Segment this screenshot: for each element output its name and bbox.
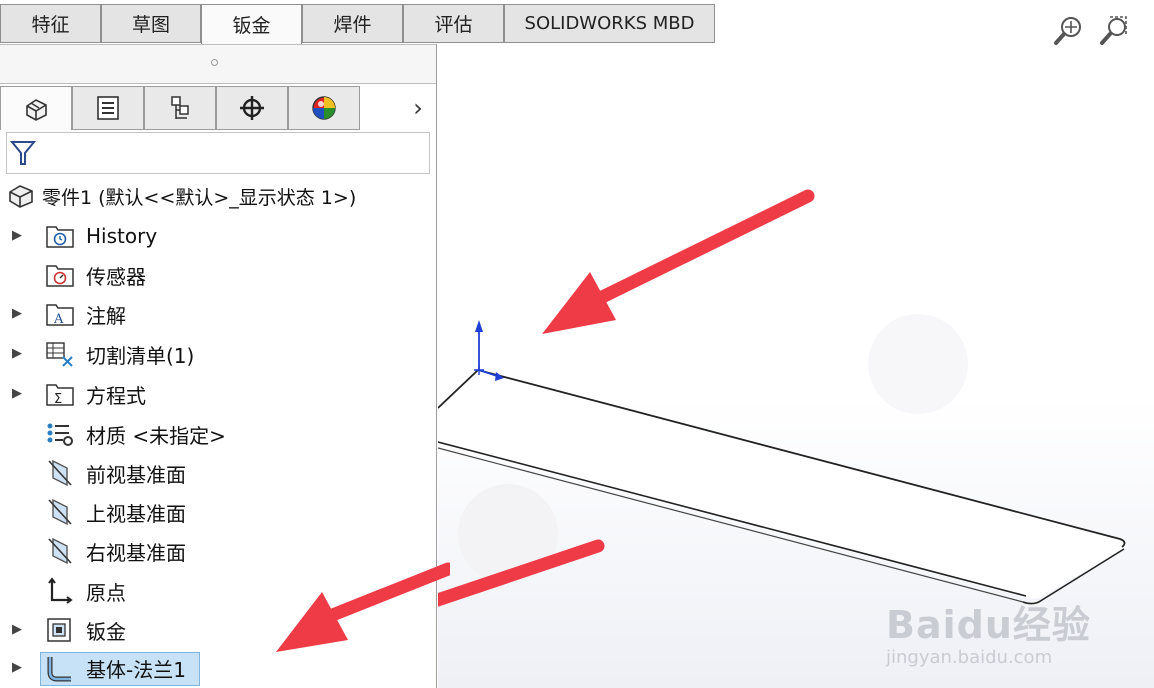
heads-up-view-toolbar [1052, 14, 1132, 48]
expand-arrow-icon[interactable]: ▶ [12, 307, 22, 320]
tree-item-label: 注解 [86, 303, 126, 328]
tree-item-label: 切割清单(1) [86, 343, 195, 368]
sheet-metal-icon [44, 615, 76, 645]
annotation-arrow-top [542, 189, 815, 334]
plane-icon [44, 458, 76, 488]
propertymanager-icon [97, 96, 119, 120]
material-icon [44, 419, 76, 449]
chevron-right-icon[interactable]: › [400, 88, 436, 128]
tree-item-annotations[interactable]: ▶ A 注解 [0, 296, 436, 332]
tree-item-label: 右视基准面 [86, 540, 186, 565]
tab-features[interactable]: 特征 [0, 4, 101, 43]
expand-arrow-icon[interactable]: ▶ [12, 387, 22, 400]
tree-item-label: 方程式 [86, 383, 146, 408]
equations-folder-icon: Σ [44, 379, 76, 409]
filter-icon [9, 141, 37, 165]
background-swirl [868, 314, 968, 414]
tree-item-label: 传感器 [86, 264, 146, 289]
tab-sheet-metal[interactable]: 钣金 [201, 4, 302, 44]
expand-arrow-icon[interactable]: ▶ [12, 623, 22, 636]
tree-item-top-plane[interactable]: 上视基准面 [0, 494, 436, 530]
origin-triad [474, 320, 504, 381]
graphics-area[interactable] [438, 44, 1154, 688]
tree-item-cut-list[interactable]: ▶ 切割清单(1) [0, 336, 436, 372]
tab-propertymanager[interactable] [72, 86, 144, 130]
tab-weldments[interactable]: 焊件 [302, 4, 403, 43]
part-name-label: 零件1 (默认<<默认>_显示状态 1>) [42, 186, 357, 209]
annotation-arrow-head-bottom [276, 562, 450, 652]
model-viewport[interactable] [438, 44, 1154, 688]
tab-solidworks-mbd[interactable]: SOLIDWORKS MBD [504, 4, 715, 43]
featuremanager-tree-icon [26, 98, 47, 121]
part-icon [9, 185, 33, 208]
panel-splitter[interactable] [0, 44, 436, 84]
tree-item-label: 上视基准面 [86, 501, 186, 526]
dimxpertmanager-icon [240, 96, 264, 120]
command-manager-tabs: 特征 草图 钣金 焊件 评估 SOLIDWORKS MBD [0, 0, 1154, 44]
tree-item-label: History [86, 224, 158, 248]
tree-item-equations[interactable]: ▶ Σ 方程式 [0, 376, 436, 412]
tab-sketch[interactable]: 草图 [101, 4, 201, 43]
tree-item-material[interactable]: 材质 <未指定> [0, 416, 436, 452]
displaymanager-icon [312, 96, 336, 120]
tree-item-sensors[interactable]: 传感器 [0, 257, 436, 293]
watermark-url: jingyan.baidu.com [886, 647, 1053, 668]
tab-evaluate[interactable]: 评估 [403, 4, 504, 43]
cut-list-icon [44, 339, 76, 369]
tree-root-part[interactable]: 零件1 (默认<<默认>_显示状态 1>) [6, 178, 356, 214]
expand-arrow-icon[interactable]: ▶ [12, 661, 22, 674]
zoom-to-fit-icon[interactable] [1052, 14, 1086, 48]
origin-icon [44, 576, 76, 606]
watermark-logo: Baidu经验 [886, 603, 1091, 647]
tree-item-label: 材质 <未指定> [86, 423, 226, 448]
plane-icon [44, 536, 76, 566]
tree-item-label: 前视基准面 [86, 462, 186, 487]
expand-arrow-icon[interactable]: ▶ [12, 229, 22, 242]
expand-arrow-icon[interactable]: ▶ [12, 347, 22, 360]
tab-featuremanager-tree[interactable] [0, 86, 72, 130]
tab-dimxpertmanager[interactable] [216, 86, 288, 130]
tab-displaymanager[interactable] [288, 86, 360, 130]
tree-item-history[interactable]: ▶ History [0, 218, 436, 254]
history-folder-icon [44, 221, 76, 251]
tree-filter[interactable] [6, 132, 430, 174]
base-flange-icon [44, 653, 76, 683]
tree-item-label: 基体-法兰1 [86, 657, 186, 682]
tab-configurationmanager[interactable] [144, 86, 216, 130]
baidu-watermark: Baidu经验 jingyan.baidu.com [886, 594, 1091, 668]
svg-text:A: A [53, 312, 64, 327]
tree-item-label: 原点 [86, 580, 126, 605]
configurationmanager-icon [171, 96, 189, 119]
tree-item-front-plane[interactable]: 前视基准面 [0, 455, 436, 491]
tree-item-label: 钣金 [86, 619, 126, 644]
plane-icon [44, 497, 76, 527]
splitter-handle-icon[interactable] [211, 59, 218, 66]
annotations-folder-icon: A [44, 299, 76, 329]
svg-text:Σ: Σ [54, 392, 62, 407]
sensors-folder-icon [44, 260, 76, 290]
zoom-to-area-icon[interactable] [1098, 14, 1132, 48]
